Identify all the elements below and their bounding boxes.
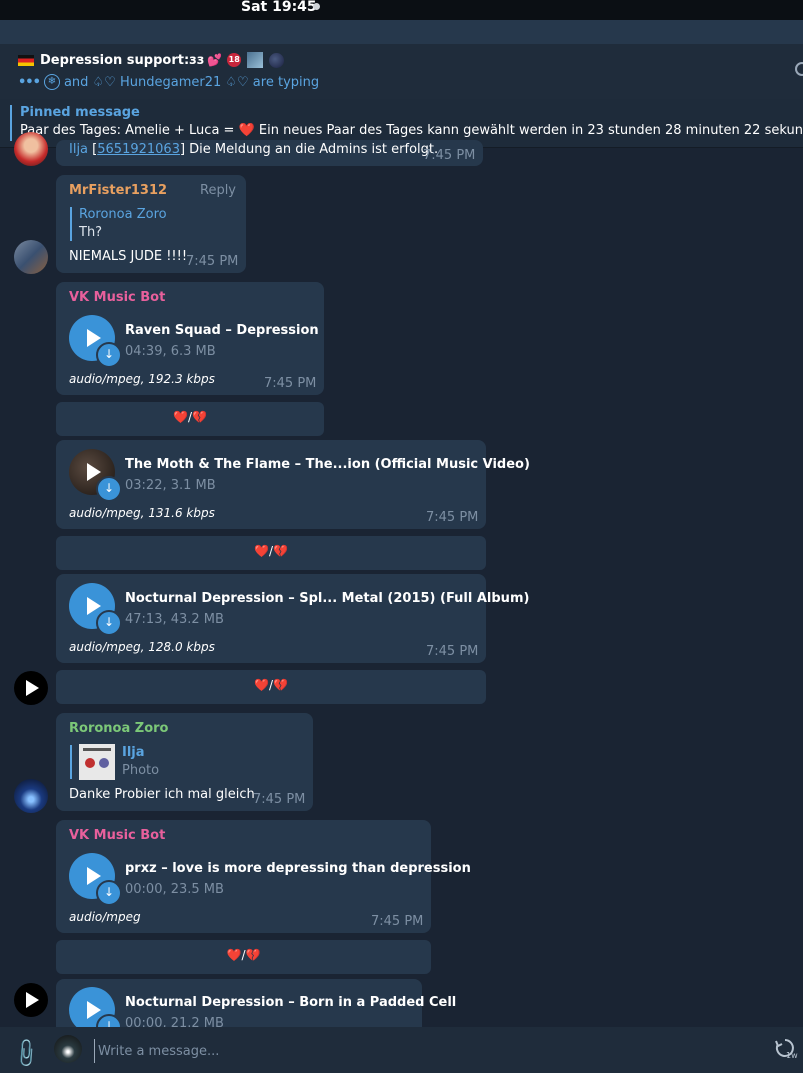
message-body: ] Die Meldung an die Admins ist erfolgt. xyxy=(179,142,439,157)
message-time: 7:45 PM xyxy=(426,644,479,659)
user-avatar[interactable] xyxy=(14,132,48,166)
user-id-link[interactable]: 5651921063 xyxy=(97,142,180,157)
track-meta: 47:13, 43.2 MB xyxy=(125,612,224,627)
pinned-label: Pinned message xyxy=(20,105,140,120)
bot-avatar[interactable] xyxy=(14,671,48,705)
user-avatar[interactable] xyxy=(14,240,48,274)
sender-name[interactable]: Roronoa Zoro xyxy=(69,721,168,736)
heart-icon: ❤️ xyxy=(254,544,269,558)
photo-thumbnail[interactable] xyxy=(79,744,115,780)
no-under-18-icon: 18 xyxy=(227,53,242,67)
pinned-accent-bar xyxy=(10,105,12,141)
message-text: NIEMALS JUDE !!!! xyxy=(69,249,188,264)
heart-icon: ❤️ xyxy=(226,948,242,962)
broken-heart-icon: 💔 xyxy=(192,410,207,424)
chat-title: Depression support:зз xyxy=(40,52,205,68)
inline-keyboard-button[interactable]: ❤️/💔 xyxy=(56,536,486,570)
message-time: 7:45 PM xyxy=(371,914,424,929)
download-icon[interactable]: ↓ xyxy=(96,476,122,502)
pinned-text: Paar des Tages: Amelie + Luca = ❤️ Ein n… xyxy=(20,123,803,138)
download-icon[interactable]: ↓ xyxy=(96,342,122,368)
message-time: 7:45 PM xyxy=(426,510,479,525)
broken-heart-icon: 💔 xyxy=(273,544,288,558)
sender-name[interactable]: MrFister1312 xyxy=(69,183,167,198)
play-icon xyxy=(87,463,101,481)
audio-mime: audio/mpeg, 128.0 kbps xyxy=(69,640,215,654)
message-time: 7:45 PM xyxy=(253,792,306,807)
download-icon[interactable]: ↓ xyxy=(96,880,122,906)
track-title: prxz – love is more depressing than depr… xyxy=(125,861,471,876)
track-title: Nocturnal Depression – Spl... Metal (201… xyxy=(125,591,530,606)
pinned-text-after: Ein neues Paar des Tages kann gewählt we… xyxy=(254,123,803,138)
message-composer: 📎 1w xyxy=(0,1027,803,1073)
chat-header[interactable]: Depression support:зз 💕 18 ••• ❄ and ♤♡ … xyxy=(0,44,803,99)
german-flag-icon xyxy=(18,54,34,66)
search-icon[interactable] xyxy=(795,62,803,76)
reply-button[interactable]: Reply xyxy=(200,183,236,198)
quote-bar xyxy=(70,207,72,241)
message-time: 7:45 PM xyxy=(423,148,476,163)
track-meta: 03:22, 3.1 MB xyxy=(125,478,216,493)
typing-text: and ♤♡ Hundegamer21 ♤♡ are typing xyxy=(63,74,320,90)
quote-bar xyxy=(70,745,72,779)
status-dot-icon xyxy=(313,3,320,10)
inline-keyboard-button[interactable]: ❤️/💔 xyxy=(56,670,486,704)
audio-mime: audio/mpeg xyxy=(69,910,141,924)
audio-mime: audio/mpeg, 131.6 kbps xyxy=(69,506,215,520)
track-title: Raven Squad – Depression xyxy=(125,323,319,338)
quote-sender[interactable]: Roronoa Zoro xyxy=(79,207,167,222)
window-titlebar xyxy=(0,20,803,44)
message-text: Ilja [5651921063] Die Meldung an die Adm… xyxy=(69,142,438,157)
play-icon xyxy=(87,597,101,615)
play-icon xyxy=(87,329,101,347)
bot-avatar[interactable] xyxy=(14,983,48,1017)
track-meta: 00:00, 23.5 MB xyxy=(125,882,224,897)
chat-title-row: Depression support:зз 💕 18 xyxy=(18,52,285,68)
pinned-text-before: Paar des Tages: Amelie + Luca = xyxy=(20,123,239,138)
user-avatar[interactable] xyxy=(14,779,48,813)
play-logo-icon xyxy=(26,992,39,1008)
broken-heart-icon: 💔 xyxy=(273,678,288,692)
heart-icon: ❤️ xyxy=(254,678,269,692)
mention-link[interactable]: Ilja xyxy=(69,142,88,157)
message-time: 7:45 PM xyxy=(264,376,317,391)
typing-dots-icon: ••• xyxy=(18,74,41,90)
clock: Sat 19:45 xyxy=(241,0,317,15)
picture-icon xyxy=(247,52,264,68)
paperclip-icon[interactable]: 📎 xyxy=(9,1036,44,1071)
inline-keyboard-button[interactable]: ❤️/💔 xyxy=(56,402,324,436)
system-status-bar: Sat 19:45 xyxy=(0,0,803,20)
sender-name[interactable]: VK Music Bot xyxy=(69,828,165,843)
track-title: The Moth & The Flame – The...ion (Offici… xyxy=(125,457,530,472)
play-icon xyxy=(87,1001,101,1019)
quote-text: Th? xyxy=(79,225,103,240)
message-time: 7:45 PM xyxy=(186,254,239,269)
sparkling-hearts-icon: 💕 xyxy=(207,53,223,67)
message-input[interactable] xyxy=(94,1039,740,1063)
message-text: Danke Probier ich mal gleich xyxy=(69,787,255,802)
play-icon xyxy=(87,867,101,885)
download-icon[interactable]: ↓ xyxy=(96,610,122,636)
timer-label: 1w xyxy=(786,1051,798,1060)
broken-heart-icon: 💔 xyxy=(245,948,261,962)
heart-icon: ❤️ xyxy=(173,410,188,424)
quote-text: Photo xyxy=(122,763,160,778)
heart-icon: ❤️ xyxy=(238,123,255,138)
inline-keyboard-button[interactable]: ❤️/💔 xyxy=(56,940,431,974)
moon-icon xyxy=(269,52,285,68)
play-logo-icon xyxy=(26,680,39,696)
track-title: Nocturnal Depression – Born in a Padded … xyxy=(125,995,457,1010)
track-meta: 04:39, 6.3 MB xyxy=(125,344,216,359)
sender-name[interactable]: VK Music Bot xyxy=(69,290,165,305)
quote-sender[interactable]: Ilja xyxy=(122,745,145,760)
snowflake-icon: ❄ xyxy=(43,74,60,90)
typing-indicator: ••• ❄ and ♤♡ Hundegamer21 ♤♡ are typing xyxy=(18,74,319,90)
audio-mime: audio/mpeg, 192.3 kbps xyxy=(69,372,215,386)
send-as-avatar[interactable] xyxy=(54,1035,82,1063)
